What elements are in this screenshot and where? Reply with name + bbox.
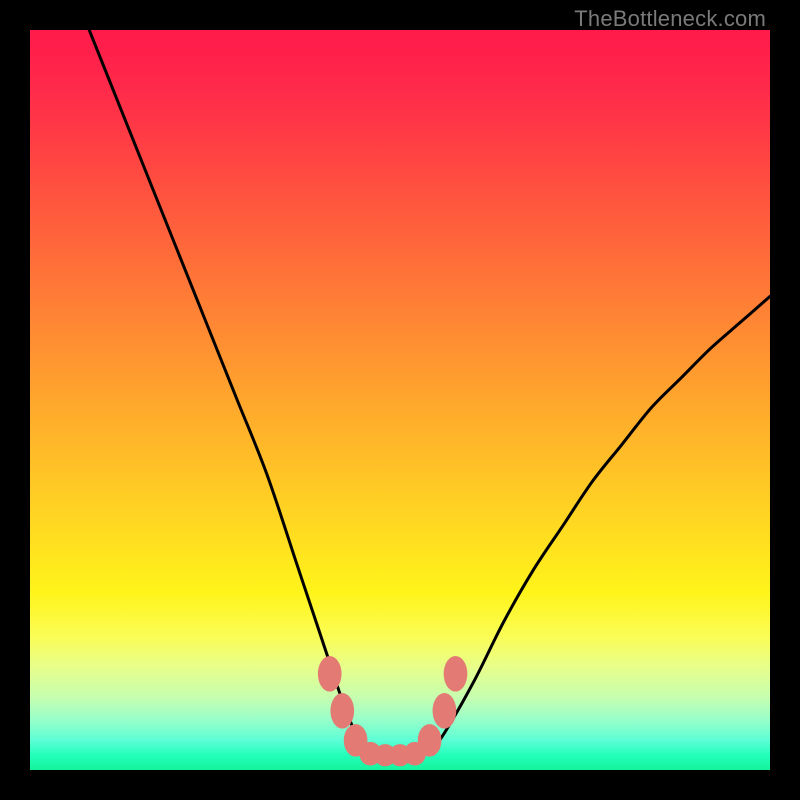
plot-area bbox=[30, 30, 770, 770]
curve-marker bbox=[330, 693, 354, 729]
marker-group bbox=[318, 656, 467, 766]
curve-marker bbox=[418, 724, 442, 757]
chart-frame: TheBottleneck.com bbox=[0, 0, 800, 800]
curve-layer bbox=[30, 30, 770, 770]
bottleneck-curve bbox=[89, 30, 770, 755]
curve-marker bbox=[318, 656, 342, 692]
watermark-text: TheBottleneck.com bbox=[574, 6, 766, 32]
curve-marker bbox=[433, 693, 457, 729]
curve-marker bbox=[444, 656, 468, 692]
